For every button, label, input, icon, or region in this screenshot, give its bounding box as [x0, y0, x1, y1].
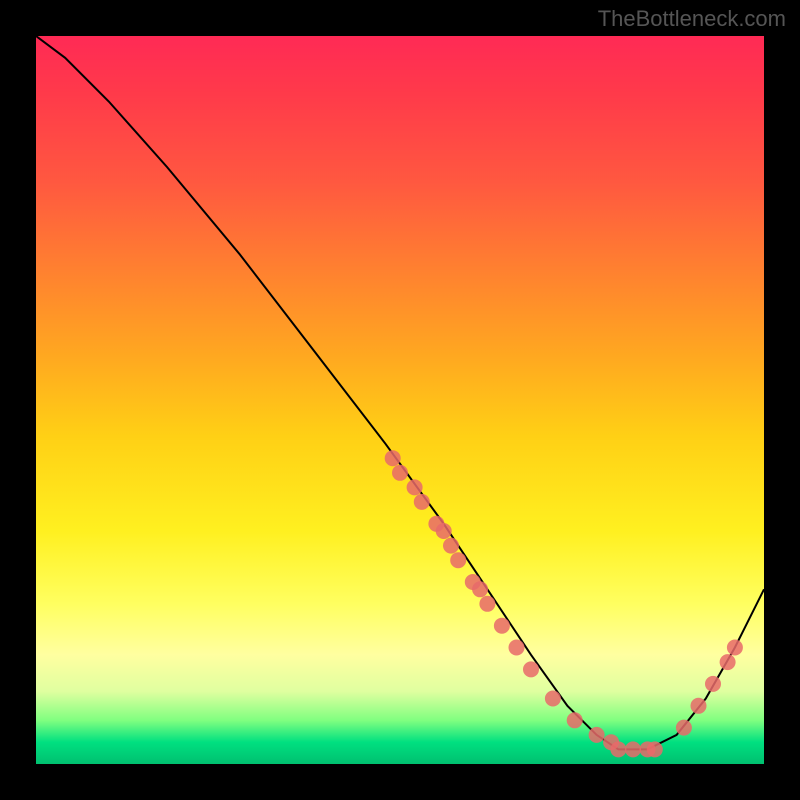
- data-point: [509, 640, 525, 656]
- data-point: [705, 676, 721, 692]
- data-points-group: [385, 450, 743, 757]
- chart-plot-area: [36, 36, 764, 764]
- data-point: [625, 741, 641, 757]
- data-point: [392, 465, 408, 481]
- watermark-text: TheBottleneck.com: [598, 6, 786, 32]
- data-point: [567, 712, 583, 728]
- data-point: [414, 494, 430, 510]
- data-point: [545, 691, 561, 707]
- data-point: [610, 741, 626, 757]
- data-point: [494, 618, 510, 634]
- chart-svg: [36, 36, 764, 764]
- data-point: [472, 581, 488, 597]
- data-point: [720, 654, 736, 670]
- data-point: [385, 450, 401, 466]
- data-point: [523, 661, 539, 677]
- bottleneck-curve: [36, 36, 764, 749]
- data-point: [589, 727, 605, 743]
- data-point: [479, 596, 495, 612]
- data-point: [676, 720, 692, 736]
- data-point: [647, 741, 663, 757]
- data-point: [443, 538, 459, 554]
- data-point: [436, 523, 452, 539]
- data-point: [691, 698, 707, 714]
- data-point: [407, 479, 423, 495]
- data-point: [727, 640, 743, 656]
- data-point: [450, 552, 466, 568]
